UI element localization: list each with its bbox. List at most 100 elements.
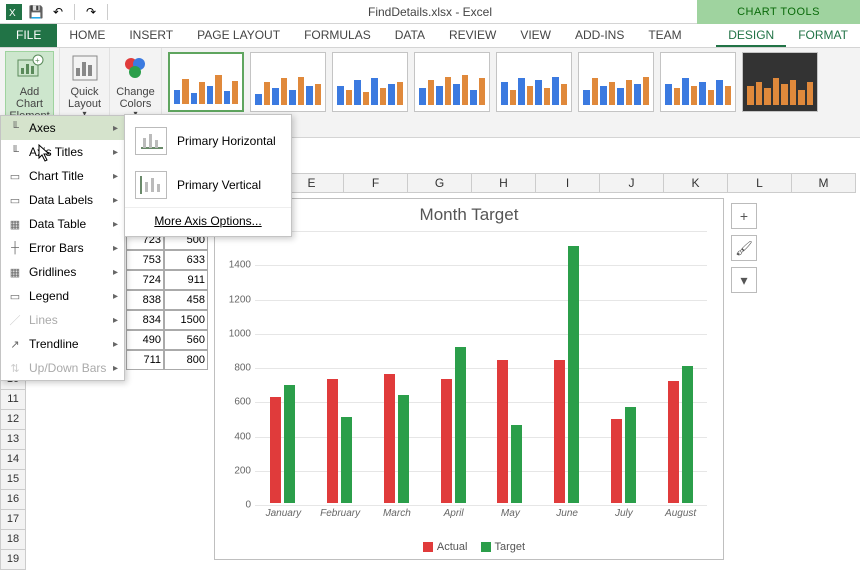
undo-icon[interactable]: ↶ [50, 4, 66, 20]
tab-data[interactable]: DATA [383, 24, 437, 47]
cell-c1-r5[interactable]: 490 [126, 330, 164, 350]
bar-target-april[interactable] [455, 347, 466, 503]
tab-view[interactable]: VIEW [508, 24, 563, 47]
chart-style-preview-2[interactable] [250, 52, 326, 112]
tab-file[interactable]: FILE [0, 24, 57, 47]
tab-insert[interactable]: INSERT [117, 24, 185, 47]
menu-item-label: Legend [29, 289, 118, 303]
tab-home[interactable]: HOME [57, 24, 117, 47]
svg-text:+: + [35, 56, 40, 65]
column-header-H[interactable]: H [472, 173, 536, 193]
chart-filters-button[interactable]: ▾ [731, 267, 757, 293]
embedded-chart[interactable]: Month Target 020040060080010001200140016… [214, 198, 724, 560]
axes-primary-vertical-item[interactable]: Primary Vertical [125, 163, 291, 207]
tab-addins[interactable]: ADD-INS [563, 24, 636, 47]
menu-item-label: Axes [29, 121, 118, 135]
bar-actual-april[interactable] [441, 379, 452, 503]
bar-actual-february[interactable] [327, 379, 338, 503]
row-header-17[interactable]: 17 [0, 510, 26, 530]
axes-icon: ╙ [7, 120, 23, 136]
row-header-12[interactable]: 12 [0, 410, 26, 430]
cell-c2-r1[interactable]: 633 [164, 250, 208, 270]
column-header-J[interactable]: J [600, 173, 664, 193]
column-header-I[interactable]: I [536, 173, 600, 193]
bar-target-january[interactable] [284, 385, 295, 503]
change-colors-button[interactable]: Change Colors ▾ [116, 52, 155, 119]
cell-c1-r3[interactable]: 838 [126, 290, 164, 310]
chart-style-preview-5[interactable] [496, 52, 572, 112]
bar-actual-may[interactable] [497, 360, 508, 504]
quick-layout-icon [69, 52, 101, 84]
bar-actual-august[interactable] [668, 381, 679, 503]
chart-style-preview-8[interactable] [742, 52, 818, 112]
menu-item-data_table[interactable]: ▦Data Table [1, 212, 124, 236]
tab-design[interactable]: DESIGN [716, 24, 786, 47]
bar-actual-june[interactable] [554, 360, 565, 503]
gridline [255, 231, 707, 232]
chart-elements-button[interactable]: + [731, 203, 757, 229]
bar-target-august[interactable] [682, 366, 693, 503]
row-header-19[interactable]: 19 [0, 550, 26, 570]
cell-c2-r3[interactable]: 458 [164, 290, 208, 310]
row-header-15[interactable]: 15 [0, 470, 26, 490]
bar-actual-january[interactable] [270, 397, 281, 503]
bar-target-may[interactable] [511, 425, 522, 503]
tab-page-layout[interactable]: PAGE LAYOUT [185, 24, 292, 47]
y-tick-label: 1200 [225, 294, 251, 305]
bar-target-february[interactable] [341, 417, 352, 503]
x-tick-label: April [444, 508, 464, 519]
row-header-16[interactable]: 16 [0, 490, 26, 510]
bar-target-june[interactable] [568, 246, 579, 503]
menu-item-trendline[interactable]: ↗Trendline [1, 332, 124, 356]
tab-formulas[interactable]: FORMULAS [292, 24, 383, 47]
cell-c1-r2[interactable]: 724 [126, 270, 164, 290]
chart-style-preview-1[interactable] [168, 52, 244, 112]
save-icon[interactable]: 💾 [28, 4, 44, 20]
column-header-G[interactable]: G [408, 173, 472, 193]
column-header-L[interactable]: L [728, 173, 792, 193]
cell-c1-r1[interactable]: 753 [126, 250, 164, 270]
x-tick-label: June [556, 508, 578, 519]
chart-style-preview-3[interactable] [332, 52, 408, 112]
column-header-F[interactable]: F [344, 173, 408, 193]
chart-style-preview-4[interactable] [414, 52, 490, 112]
bar-target-july[interactable] [625, 407, 636, 503]
cell-c2-r4[interactable]: 1500 [164, 310, 208, 330]
menu-item-data_labels[interactable]: ▭Data Labels [1, 188, 124, 212]
menu-item-error_bars[interactable]: ┼Error Bars [1, 236, 124, 260]
bar-target-march[interactable] [398, 395, 409, 503]
menu-item-axes[interactable]: ╙ Axes [1, 116, 124, 140]
quick-layout-button[interactable]: Quick Layout ▾ [68, 52, 101, 119]
cell-c2-r6[interactable]: 800 [164, 350, 208, 370]
row-header-11[interactable]: 11 [0, 390, 26, 410]
row-header-14[interactable]: 14 [0, 450, 26, 470]
menu-item-gridlines[interactable]: ▦Gridlines [1, 260, 124, 284]
axis_titles-icon: ╙ [7, 144, 23, 160]
cell-c1-r6[interactable]: 711 [126, 350, 164, 370]
column-header-M[interactable]: M [792, 173, 856, 193]
add-chart-element-icon: + [14, 52, 46, 84]
chart-styles-button[interactable]: 🖌 [731, 235, 757, 261]
cell-c2-r5[interactable]: 560 [164, 330, 208, 350]
tab-review[interactable]: REVIEW [437, 24, 508, 47]
qat-separator [74, 4, 75, 20]
cell-c1-r4[interactable]: 834 [126, 310, 164, 330]
cell-c2-r2[interactable]: 911 [164, 270, 208, 290]
row-header-13[interactable]: 13 [0, 430, 26, 450]
tab-format[interactable]: FORMAT [786, 24, 860, 47]
row-header-18[interactable]: 18 [0, 530, 26, 550]
chart-style-preview-6[interactable] [578, 52, 654, 112]
bar-actual-july[interactable] [611, 419, 622, 503]
menu-item-chart_title[interactable]: ▭Chart Title [1, 164, 124, 188]
column-header-K[interactable]: K [664, 173, 728, 193]
chart-legend[interactable]: Actual Target [215, 541, 723, 553]
menu-item-legend[interactable]: ▭Legend [1, 284, 124, 308]
tab-team[interactable]: TEAM [636, 24, 693, 47]
chart-style-preview-7[interactable] [660, 52, 736, 112]
redo-icon[interactable]: ↷ [83, 4, 99, 20]
chart-plot-area[interactable]: 02004006008001000120014001600JanuaryFebr… [255, 231, 707, 503]
axes-primary-horizontal-item[interactable]: Primary Horizontal [125, 119, 291, 163]
bar-actual-march[interactable] [384, 374, 395, 503]
more-axis-options-item[interactable]: More Axis Options... [125, 207, 291, 232]
menu-item-axis_titles[interactable]: ╙Axis Titles [1, 140, 124, 164]
